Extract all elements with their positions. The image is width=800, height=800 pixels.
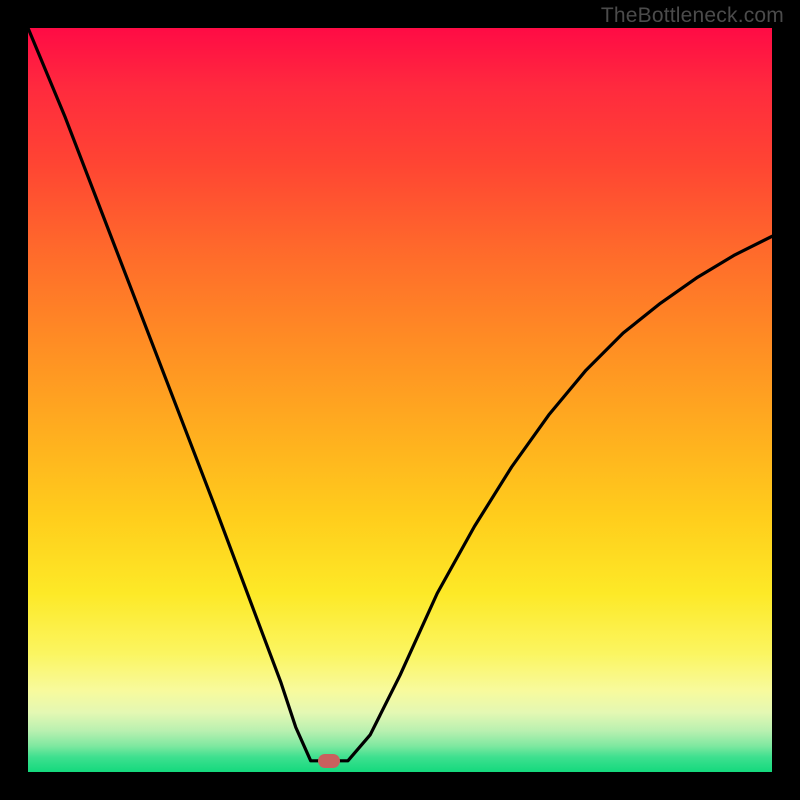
watermark-text: TheBottleneck.com xyxy=(601,4,784,28)
optimal-point-marker xyxy=(318,754,340,768)
plot-area xyxy=(28,28,772,772)
chart-frame: TheBottleneck.com xyxy=(0,0,800,800)
bottleneck-curve xyxy=(28,28,772,772)
